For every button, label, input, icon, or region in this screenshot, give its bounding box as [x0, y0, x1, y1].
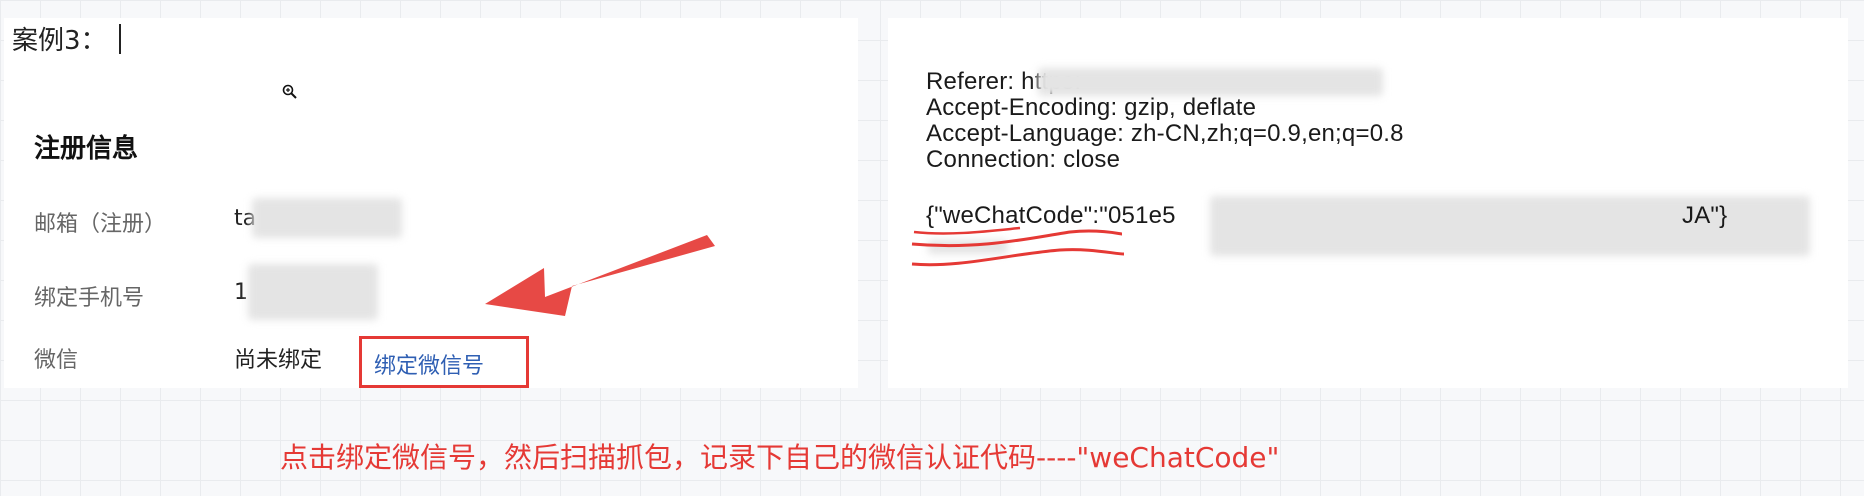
phone-label: 绑定手机号 [34, 286, 145, 311]
phone-redaction [248, 264, 378, 320]
header-accept-language: Accept-Language: zh-CN,zh;q=0.9,en;q=0.8 [926, 120, 1404, 147]
bind-wechat-highlight: 绑定微信号 [359, 336, 529, 388]
email-label: 邮箱（注册） [34, 212, 167, 237]
body-wechatcode-start: {"weChatCode":"051e5 [926, 202, 1176, 229]
email-redaction [252, 198, 402, 238]
wechat-status: 尚未绑定 [234, 348, 323, 373]
referer-redaction [1038, 68, 1383, 96]
second-line-redaction [928, 240, 1008, 254]
section-title: 注册信息 [34, 134, 139, 164]
bind-wechat-link[interactable]: 绑定微信号 [374, 348, 484, 380]
text-cursor [118, 23, 121, 54]
caption: 点击绑定微信号，然后扫描抓包，记录下自己的微信认证代码----"weChatCo… [280, 441, 1280, 474]
http-request-panel: Referer: https: Accept-Encoding: gzip, d… [888, 18, 1848, 388]
registration-panel: 注册信息 邮箱（注册） ta 绑定手机号 1 微信 尚未绑定 绑定微信号 [4, 18, 858, 388]
header-connection: Connection: close [926, 146, 1121, 173]
case-label: 案例3： [12, 20, 121, 57]
header-accept-encoding: Accept-Encoding: gzip, deflate [926, 94, 1257, 121]
phone-value: 1 [234, 280, 248, 305]
case-label-text: 案例3： [12, 26, 107, 56]
body-wechatcode-end: JA"} [1682, 202, 1728, 229]
wechat-label: 微信 [34, 348, 79, 373]
zoom-in-icon [282, 84, 298, 104]
